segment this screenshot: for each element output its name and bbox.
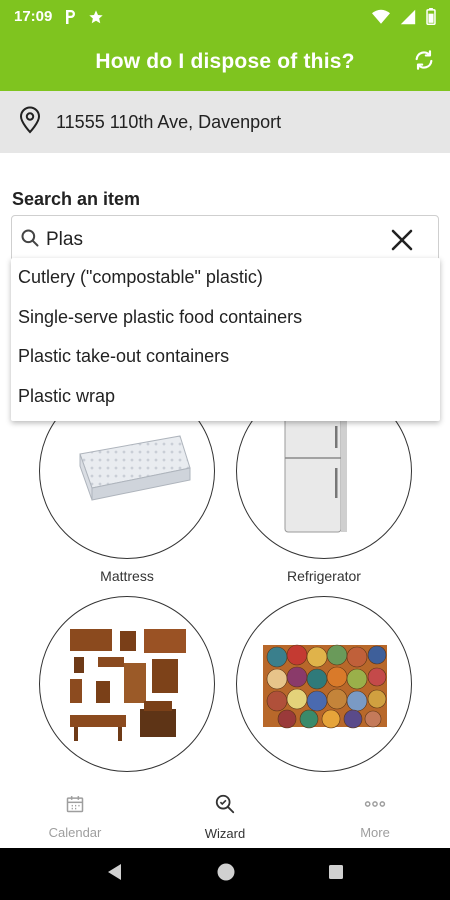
nav-calendar[interactable]: Calendar [0,786,150,848]
home-icon[interactable] [216,862,236,887]
suggestion-item[interactable]: Single-serve plastic food containers [11,298,440,338]
app-bar: How do I dispose of this? [0,33,450,91]
rugs-image [263,644,387,729]
refresh-icon [413,49,435,76]
calendar-icon [65,794,85,819]
battery-icon [426,8,436,25]
category-rugs[interactable] [236,596,412,772]
search-icon [20,228,40,253]
location-bar[interactable]: 11555 110th Ave, Davenport [0,91,450,153]
clear-search-button[interactable] [390,228,414,252]
search-input[interactable] [46,229,376,251]
suggestion-item[interactable]: Cutlery ("compostable" plastic) [11,258,440,298]
more-dots-icon [364,794,386,819]
parking-icon [64,9,76,25]
wifi-icon [372,9,390,25]
nav-wizard[interactable]: Wizard [150,786,300,848]
recents-icon[interactable] [328,864,344,885]
page-title: How do I dispose of this? [95,50,355,73]
close-icon [390,229,414,256]
category-label-mattress: Mattress [100,568,154,584]
back-icon[interactable] [106,863,124,886]
nav-more[interactable]: More [300,786,450,848]
location-pin-icon [18,106,42,139]
nav-label: Calendar [48,825,102,840]
signal-icon [400,9,416,25]
wizard-search-icon [214,793,236,820]
furniture-image [70,629,186,741]
status-time: 17:09 [14,8,53,25]
status-bar: 17:09 [0,0,450,33]
bottom-nav: Calendar Wizard More [0,786,450,848]
suggestion-item[interactable]: Plastic wrap [11,377,440,417]
suggestion-item[interactable]: Plastic take-out containers [11,337,440,377]
search-label: Search an item [12,189,141,209]
category-label-refrigerator: Refrigerator [287,568,361,584]
suggestions-dropdown: Cutlery ("compostable" plastic) Single-s… [11,258,440,421]
system-nav-bar [0,848,450,900]
category-furniture[interactable] [39,596,215,772]
star-icon [88,9,104,25]
nav-label: More [360,825,390,840]
refresh-button[interactable] [410,48,438,76]
nav-label: Wizard [204,826,246,841]
location-address: 11555 110th Ave, Davenport [56,111,282,132]
